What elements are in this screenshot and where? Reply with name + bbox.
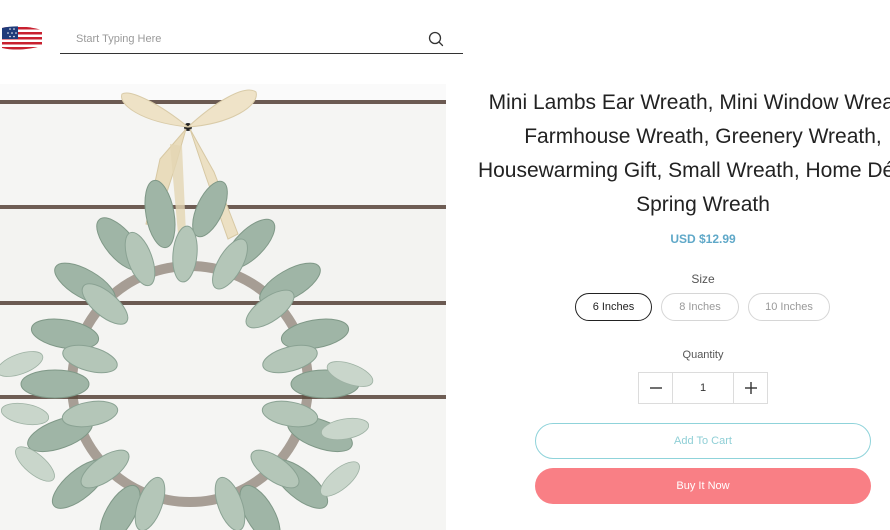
product-title: Mini Lambs Ear Wreath, Mini Window Wreat…: [477, 91, 890, 216]
product-price: USD $12.99: [670, 232, 736, 246]
plus-icon: [745, 382, 757, 394]
quantity-input[interactable]: [673, 373, 733, 403]
buy-it-now-button[interactable]: Buy It Now: [535, 468, 871, 504]
search-bar: [60, 24, 463, 54]
search-icon[interactable]: [427, 30, 445, 48]
quantity-stepper: [638, 372, 768, 404]
quantity-label: Quantity: [682, 349, 724, 361]
size-option-8-inches[interactable]: 8 Inches: [661, 293, 739, 321]
size-option-6-inches[interactable]: 6 Inches: [575, 293, 652, 321]
product-image[interactable]: [0, 84, 446, 530]
add-to-cart-button[interactable]: Add To Cart: [535, 423, 871, 459]
quantity-decrease-button[interactable]: [639, 373, 673, 403]
search-input[interactable]: [76, 30, 416, 48]
us-flag-icon[interactable]: [0, 24, 44, 52]
quantity-increase-button[interactable]: [733, 373, 767, 403]
size-label: Size: [691, 272, 715, 286]
size-option-10-inches[interactable]: 10 Inches: [748, 293, 830, 321]
minus-icon: [650, 387, 662, 389]
